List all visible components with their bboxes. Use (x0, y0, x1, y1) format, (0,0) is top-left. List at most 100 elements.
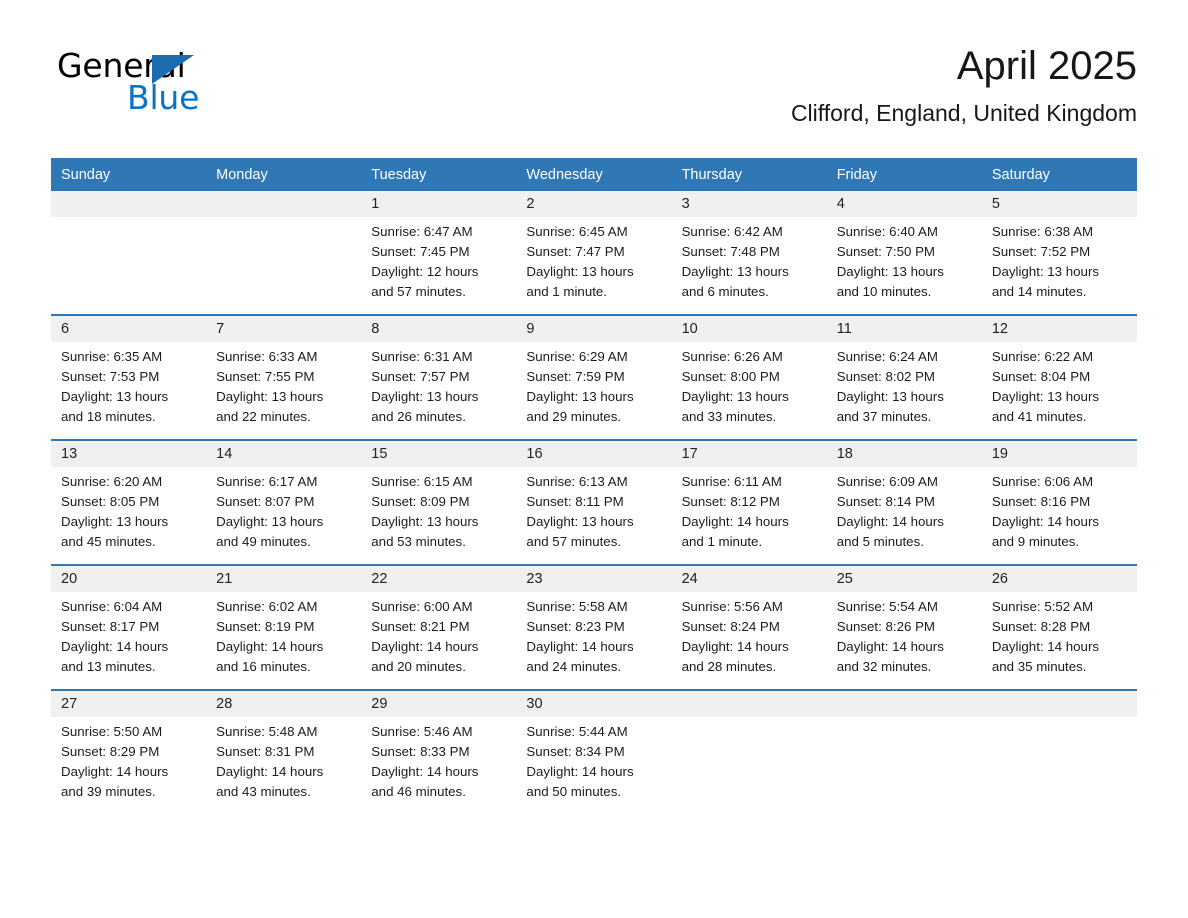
calendar-day-cell[interactable]: 21 Sunrise: 6:02 AM Sunset: 8:19 PM Dayligh… (206, 564, 362, 690)
calendar-day-cell[interactable]: 23 Sunrise: 5:58 AM Sunset: 8:23 PM Dayligh… (516, 564, 672, 690)
calendar-day-cell[interactable]: 20 Sunrise: 6:04 AM Sunset: 8:17 PM Dayligh… (51, 564, 207, 690)
calendar-day-cell[interactable]: 24 Sunrise: 5:56 AM Sunset: 8:24 PM Dayligh… (671, 564, 827, 690)
calendar-cell-empty (826, 689, 982, 814)
day-detail-line: and 29 minutes. (526, 409, 622, 424)
day-detail-line: and 10 minutes. (836, 284, 932, 299)
day-detail-line: and 20 minutes. (371, 659, 466, 674)
day-detail-line: Sunrise: 6:04 AM (61, 599, 163, 614)
calendar-day-cell[interactable]: 4 Sunrise: 6:40 AM Sunset: 7:50 PM Daylight… (826, 191, 982, 315)
day-details: Sunrise: 6:22 AM Sunset: 8:04 PM Daylight:… (982, 342, 1137, 439)
calendar-day-cell[interactable]: 17 Sunrise: 6:11 AM Sunset: 8:12 PM Dayligh… (671, 439, 827, 565)
day-detail-line: Sunrise: 6:42 AM (681, 224, 783, 239)
calendar-day-cell[interactable]: 9 Sunrise: 6:29 AM Sunset: 7:59 PM Daylight… (516, 314, 672, 440)
calendar-cell-empty (51, 191, 207, 315)
day-detail-line: and 6 minutes. (681, 284, 769, 299)
calendar-day-cell[interactable]: 2 Sunrise: 6:45 AM Sunset: 7:47 PM Daylight… (516, 191, 672, 315)
day-detail-line: Sunset: 8:33 PM (371, 744, 470, 759)
day-number: 29 (361, 691, 517, 717)
calendar-cell-empty (981, 689, 1137, 814)
day-detail-line: Sunset: 8:17 PM (61, 619, 160, 634)
calendar-day-cell[interactable]: 11 Sunrise: 6:24 AM Sunset: 8:02 PM Dayligh… (826, 314, 982, 440)
calendar-day-cell[interactable]: 16 Sunrise: 6:13 AM Sunset: 8:11 PM Dayligh… (516, 439, 672, 565)
day-details (672, 717, 827, 814)
day-number: 26 (981, 566, 1137, 592)
day-details: Sunrise: 6:20 AM Sunset: 8:05 PM Daylight:… (51, 467, 206, 564)
day-details: Sunrise: 6:29 AM Sunset: 7:59 PM Daylight:… (516, 342, 671, 439)
day-number: 21 (206, 566, 362, 592)
day-detail-line: Daylight: 13 hours (836, 389, 944, 404)
day-details: Sunrise: 6:09 AM Sunset: 8:14 PM Daylight:… (827, 467, 982, 564)
day-detail-line: Sunset: 8:07 PM (216, 494, 315, 509)
calendar-day-cell[interactable]: 14 Sunrise: 6:17 AM Sunset: 8:07 PM Dayligh… (206, 439, 362, 565)
day-detail-line (682, 782, 819, 802)
day-detail-line: Sunrise: 6:33 AM (216, 349, 318, 364)
day-number: 12 (981, 316, 1137, 342)
day-detail-line (61, 222, 198, 242)
calendar-day-cell[interactable]: 22 Sunrise: 6:00 AM Sunset: 8:21 PM Dayligh… (361, 564, 517, 690)
day-detail-line: and 46 minutes. (371, 784, 466, 799)
day-detail-line: Sunset: 8:02 PM (836, 369, 936, 384)
day-detail-line: Sunrise: 6:17 AM (216, 474, 318, 489)
day-detail-line: Sunset: 8:31 PM (216, 744, 315, 759)
day-detail-line: Sunset: 8:34 PM (526, 744, 625, 759)
day-number: 9 (516, 316, 672, 342)
calendar-body: 1 Sunrise: 6:47 AM Sunset: 7:45 PM Daylight… (51, 191, 1137, 814)
day-detail-line: Sunrise: 5:58 AM (526, 599, 628, 614)
calendar-day-cell[interactable]: 18 Sunrise: 6:09 AM Sunset: 8:14 PM Dayligh… (826, 439, 982, 565)
page-title: April 2025 (956, 44, 1137, 88)
calendar-day-cell[interactable]: 8 Sunrise: 6:31 AM Sunset: 7:57 PM Daylight… (361, 314, 517, 440)
day-detail-line (992, 762, 1129, 782)
day-number: 13 (51, 441, 207, 467)
day-details: Sunrise: 6:42 AM Sunset: 7:48 PM Daylight:… (672, 217, 827, 314)
day-detail-line: Daylight: 12 hours (371, 264, 479, 279)
calendar-day-cell[interactable]: 19 Sunrise: 6:06 AM Sunset: 8:16 PM Dayligh… (981, 439, 1137, 565)
calendar-day-cell[interactable]: 6 Sunrise: 6:35 AM Sunset: 7:53 PM Daylight… (51, 314, 207, 440)
calendar-day-cell[interactable]: 28 Sunrise: 5:48 AM Sunset: 8:31 PM Dayligh… (206, 689, 362, 814)
calendar-day-cell[interactable]: 15 Sunrise: 6:15 AM Sunset: 8:09 PM Dayligh… (361, 439, 517, 565)
day-detail-line: Sunset: 8:00 PM (681, 369, 780, 384)
calendar-week-row: 6 Sunrise: 6:35 AM Sunset: 7:53 PM Daylight… (51, 314, 1137, 440)
day-detail-line: Sunrise: 6:26 AM (681, 349, 783, 364)
day-detail-line: Sunset: 8:21 PM (371, 619, 470, 634)
calendar-day-cell[interactable]: 26 Sunrise: 5:52 AM Sunset: 8:28 PM Dayligh… (981, 564, 1137, 690)
day-detail-line: and 1 minute. (681, 534, 763, 549)
calendar-day-cell[interactable]: 25 Sunrise: 5:54 AM Sunset: 8:26 PM Dayligh… (826, 564, 982, 690)
day-detail-line: Daylight: 13 hours (61, 389, 169, 404)
weekday-header-saturday: Saturday (981, 158, 1137, 191)
day-details: Sunrise: 6:38 AM Sunset: 7:52 PM Daylight:… (982, 217, 1137, 314)
day-detail-line (992, 742, 1129, 762)
day-detail-line: Daylight: 14 hours (526, 639, 634, 654)
day-details: Sunrise: 6:15 AM Sunset: 8:09 PM Daylight:… (361, 467, 516, 564)
day-detail-line: Sunrise: 6:40 AM (836, 224, 938, 239)
calendar-day-cell[interactable]: 10 Sunrise: 6:26 AM Sunset: 8:00 PM Dayligh… (671, 314, 827, 440)
location-subtitle: Clifford, England, United Kingdom (790, 100, 1137, 126)
day-details: Sunrise: 6:04 AM Sunset: 8:17 PM Daylight:… (51, 592, 206, 689)
day-detail-line: Sunset: 8:14 PM (836, 494, 936, 509)
calendar-table: Sunday Monday Tuesday Wednesday Thursday Frid… (51, 158, 1137, 814)
calendar-page: General Blue April 2025 Clifford, Englan… (0, 0, 1188, 918)
day-detail-line: Daylight: 14 hours (61, 764, 169, 779)
calendar-day-cell[interactable]: 7 Sunrise: 6:33 AM Sunset: 7:55 PM Daylight… (206, 314, 362, 440)
day-detail-line: Daylight: 13 hours (216, 389, 324, 404)
calendar-day-cell[interactable]: 3 Sunrise: 6:42 AM Sunset: 7:48 PM Daylight… (671, 191, 827, 315)
day-detail-line: and 57 minutes. (526, 534, 622, 549)
day-detail-line: and 28 minutes. (681, 659, 777, 674)
day-details: Sunrise: 5:46 AM Sunset: 8:33 PM Daylight:… (361, 717, 516, 814)
day-number (981, 691, 1137, 717)
day-number: 18 (826, 441, 982, 467)
calendar-day-cell[interactable]: 29 Sunrise: 5:46 AM Sunset: 8:33 PM Dayligh… (361, 689, 517, 814)
day-detail-line: and 1 minute. (526, 284, 607, 299)
day-details: Sunrise: 6:35 AM Sunset: 7:53 PM Daylight:… (51, 342, 206, 439)
calendar-day-cell[interactable]: 5 Sunrise: 6:38 AM Sunset: 7:52 PM Daylight… (981, 191, 1137, 315)
day-detail-line (61, 282, 198, 302)
day-details: Sunrise: 5:48 AM Sunset: 8:31 PM Daylight:… (206, 717, 361, 814)
calendar-day-cell[interactable]: 27 Sunrise: 5:50 AM Sunset: 8:29 PM Dayligh… (51, 689, 207, 814)
day-detail-line: Sunset: 7:45 PM (371, 244, 470, 259)
day-detail-line: Daylight: 13 hours (526, 514, 634, 529)
calendar-day-cell[interactable]: 13 Sunrise: 6:20 AM Sunset: 8:05 PM Dayligh… (51, 439, 207, 565)
calendar-day-cell[interactable]: 12 Sunrise: 6:22 AM Sunset: 8:04 PM Dayligh… (981, 314, 1137, 440)
calendar-day-cell[interactable]: 30 Sunrise: 5:44 AM Sunset: 8:34 PM Dayligh… (516, 689, 672, 814)
day-number: 22 (361, 566, 517, 592)
calendar-day-cell[interactable]: 1 Sunrise: 6:47 AM Sunset: 7:45 PM Daylight… (361, 191, 517, 315)
day-detail-line (992, 722, 1129, 742)
